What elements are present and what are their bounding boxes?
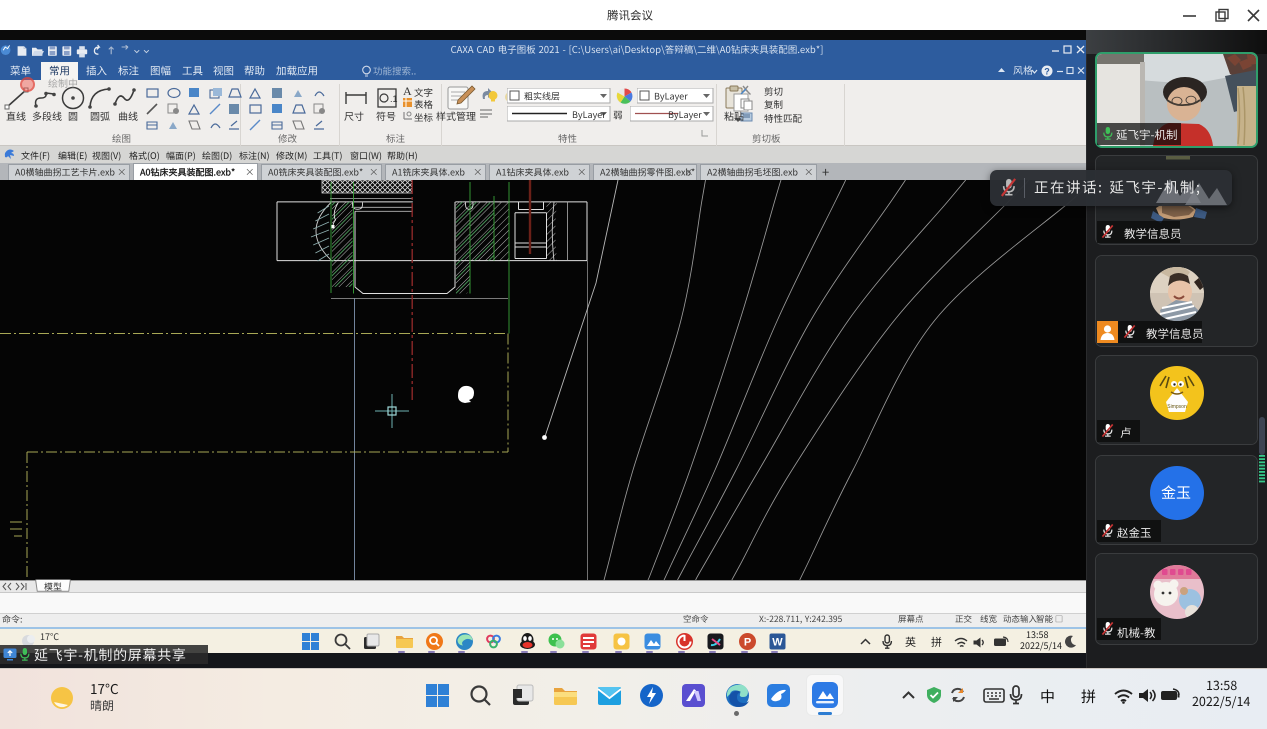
svg-text:A: A [403, 84, 412, 96]
svg-text:Simpson: Simpson [1167, 404, 1187, 410]
svg-text:W: W [772, 637, 783, 649]
svg-text:?: ? [1044, 67, 1050, 77]
svg-text:.1: .1 [390, 94, 398, 104]
svg-text:P: P [744, 637, 751, 649]
